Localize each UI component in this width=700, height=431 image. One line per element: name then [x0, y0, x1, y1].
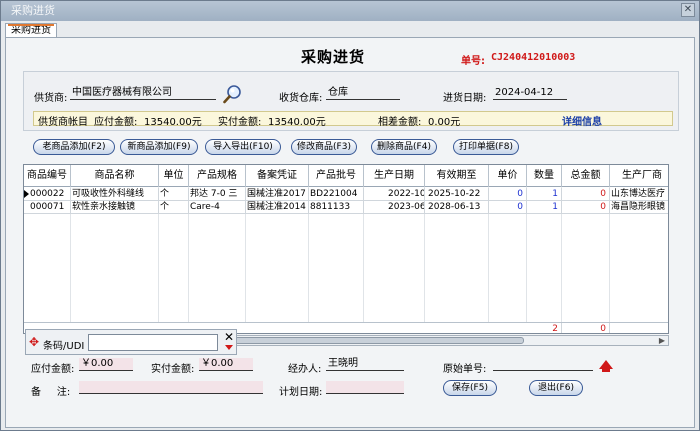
warehouse-label: 收货仓库:	[279, 93, 323, 104]
chevron-down-icon[interactable]	[225, 345, 233, 350]
supplier-field[interactable]: 中国医疗器械有限公司	[70, 87, 216, 100]
col-expiry[interactable]: 有效期至	[425, 165, 489, 187]
print-button[interactable]: 打印单据(F8)	[453, 139, 519, 155]
barcode-panel: ✥ 条码/UDI ✕	[25, 329, 237, 355]
cell-batch: BD221004	[309, 188, 364, 201]
add-old-product-button[interactable]: 老商品添加(F2)	[33, 139, 115, 155]
title-bar: 采购进货 ✕	[1, 1, 699, 21]
scroll-thumb[interactable]	[234, 337, 524, 344]
tab-purchase[interactable]: 采购进货	[5, 23, 57, 38]
col-batch[interactable]: 产品批号	[309, 165, 364, 187]
cell-spec: 邦达 7-0 三	[189, 188, 246, 201]
plan-date-field[interactable]	[326, 381, 404, 394]
date-label: 进货日期:	[443, 93, 487, 104]
account-paid-label: 实付金额:	[218, 117, 262, 128]
purchase-window: 采购进货 ✕ 采购进货 采购进货 单号: CJ240412010003 供货商:…	[0, 0, 700, 431]
product-table[interactable]: 商品编号 商品名称 单位 产品规格 备案凭证 产品批号 生产日期 有效期至 单价…	[23, 164, 669, 334]
remark-label: 备 注:	[31, 387, 71, 398]
barcode-input[interactable]	[88, 334, 218, 351]
cell-amount: 0	[562, 188, 610, 201]
col-cert[interactable]: 备案凭证	[246, 165, 309, 187]
date-field[interactable]: 2024-04-12	[493, 87, 567, 100]
supplier-account-bar: 供货商帐目 应付金额: 13540.00元 实付金额: 13540.00元 相差…	[33, 111, 673, 128]
edit-product-button[interactable]: 修改商品(F3)	[291, 139, 357, 155]
account-payable: 13540.00元	[144, 117, 202, 128]
col-qty[interactable]: 数量	[527, 165, 562, 187]
col-manufacturer[interactable]: 生产厂商	[610, 165, 668, 187]
exit-button[interactable]: 退出(F6)	[529, 380, 583, 396]
cell-qty: 1	[527, 201, 562, 214]
import-export-button[interactable]: 导入导出(F10)	[205, 139, 281, 155]
total-amount: 0	[562, 323, 610, 333]
table-header: 商品编号 商品名称 单位 产品规格 备案凭证 产品批号 生产日期 有效期至 单价…	[24, 165, 668, 187]
cell-unit: 个	[159, 188, 189, 201]
footer-paid-field[interactable]: ￥0.00	[199, 358, 253, 371]
cell-mfg-date: 2023-06-14	[364, 201, 425, 214]
account-label: 供货商帐目	[38, 117, 88, 128]
account-payable-label: 应付金额:	[94, 117, 138, 128]
account-diff-label: 相差金额:	[378, 117, 422, 128]
col-unit[interactable]: 单位	[159, 165, 189, 187]
arrow-up-icon[interactable]	[599, 360, 613, 372]
plan-date-label: 计划日期:	[279, 387, 323, 398]
table-row[interactable]: 000071 软性亲水接触镜 个 Care-4 国械注准2014 8811133…	[24, 201, 668, 214]
cell-cert: 国械注准2017	[246, 188, 309, 201]
delete-product-button[interactable]: 删除商品(F4)	[371, 139, 437, 155]
cell-code: 000071	[24, 201, 71, 214]
col-mfg-date[interactable]: 生产日期	[364, 165, 425, 187]
footer-payable-field[interactable]: ￥0.00	[79, 358, 133, 371]
col-code[interactable]: 商品编号	[24, 165, 71, 187]
cell-name: 软性亲水接触镜	[71, 201, 159, 214]
move-icon[interactable]: ✥	[29, 336, 39, 348]
remark-field[interactable]	[79, 381, 263, 394]
cell-code: 000022	[24, 188, 71, 201]
warehouse-field[interactable]: 仓库	[326, 87, 400, 100]
cell-manufacturer: 海昌隐形眼镜	[610, 201, 668, 214]
col-spec[interactable]: 产品规格	[189, 165, 246, 187]
cell-batch: 8811133	[309, 201, 364, 214]
account-paid: 13540.00元	[268, 117, 326, 128]
page-title: 采购进货	[301, 48, 366, 66]
cell-unit: 个	[159, 201, 189, 214]
col-name[interactable]: 商品名称	[71, 165, 159, 187]
footer-paid-label: 实付金额:	[151, 364, 195, 375]
cell-price: 0	[489, 201, 527, 214]
account-diff: 0.00元	[428, 117, 461, 128]
close-icon[interactable]: ✕	[681, 3, 695, 17]
cell-expiry: 2028-06-13	[425, 201, 489, 214]
handler-field[interactable]: 王晓明	[326, 358, 404, 371]
supplier-label: 供货商:	[34, 93, 68, 104]
cell-mfg-date: 2022-10-16	[364, 188, 425, 201]
order-no-label: 单号:	[461, 56, 485, 67]
table-row[interactable]: 000022 可吸收性外科缝线 个 邦达 7-0 三 国械注准2017 BD22…	[24, 188, 668, 201]
cell-amount: 0	[562, 201, 610, 214]
scroll-right-icon[interactable]: ▶	[657, 336, 667, 345]
orig-no-label: 原始单号:	[443, 364, 487, 375]
cell-price: 0	[489, 188, 527, 201]
window-title: 采购进货	[11, 4, 55, 17]
cell-name: 可吸收性外科缝线	[71, 188, 159, 201]
col-price[interactable]: 单价	[489, 165, 527, 187]
total-qty: 2	[527, 323, 562, 333]
footer-payable-label: 应付金额:	[31, 364, 75, 375]
handler-label: 经办人:	[288, 364, 322, 375]
cell-manufacturer: 山东博达医疗	[610, 188, 668, 201]
horizontal-scrollbar[interactable]: ▶	[231, 335, 669, 346]
cell-spec: Care-4	[189, 201, 246, 214]
col-amount[interactable]: 总金额	[562, 165, 610, 187]
detail-info-link[interactable]: 详细信息	[562, 113, 602, 128]
add-new-product-button[interactable]: 新商品添加(F9)	[120, 139, 198, 155]
save-button[interactable]: 保存(F5)	[443, 380, 497, 396]
close-icon[interactable]: ✕	[224, 331, 234, 343]
search-icon[interactable]	[223, 84, 243, 104]
barcode-label: 条码/UDI	[43, 341, 85, 352]
cell-qty: 1	[527, 188, 562, 201]
order-no: CJ240412010003	[491, 52, 576, 63]
cell-expiry: 2025-10-22	[425, 188, 489, 201]
cell-cert: 国械注准2014	[246, 201, 309, 214]
orig-no-field[interactable]	[493, 358, 593, 371]
